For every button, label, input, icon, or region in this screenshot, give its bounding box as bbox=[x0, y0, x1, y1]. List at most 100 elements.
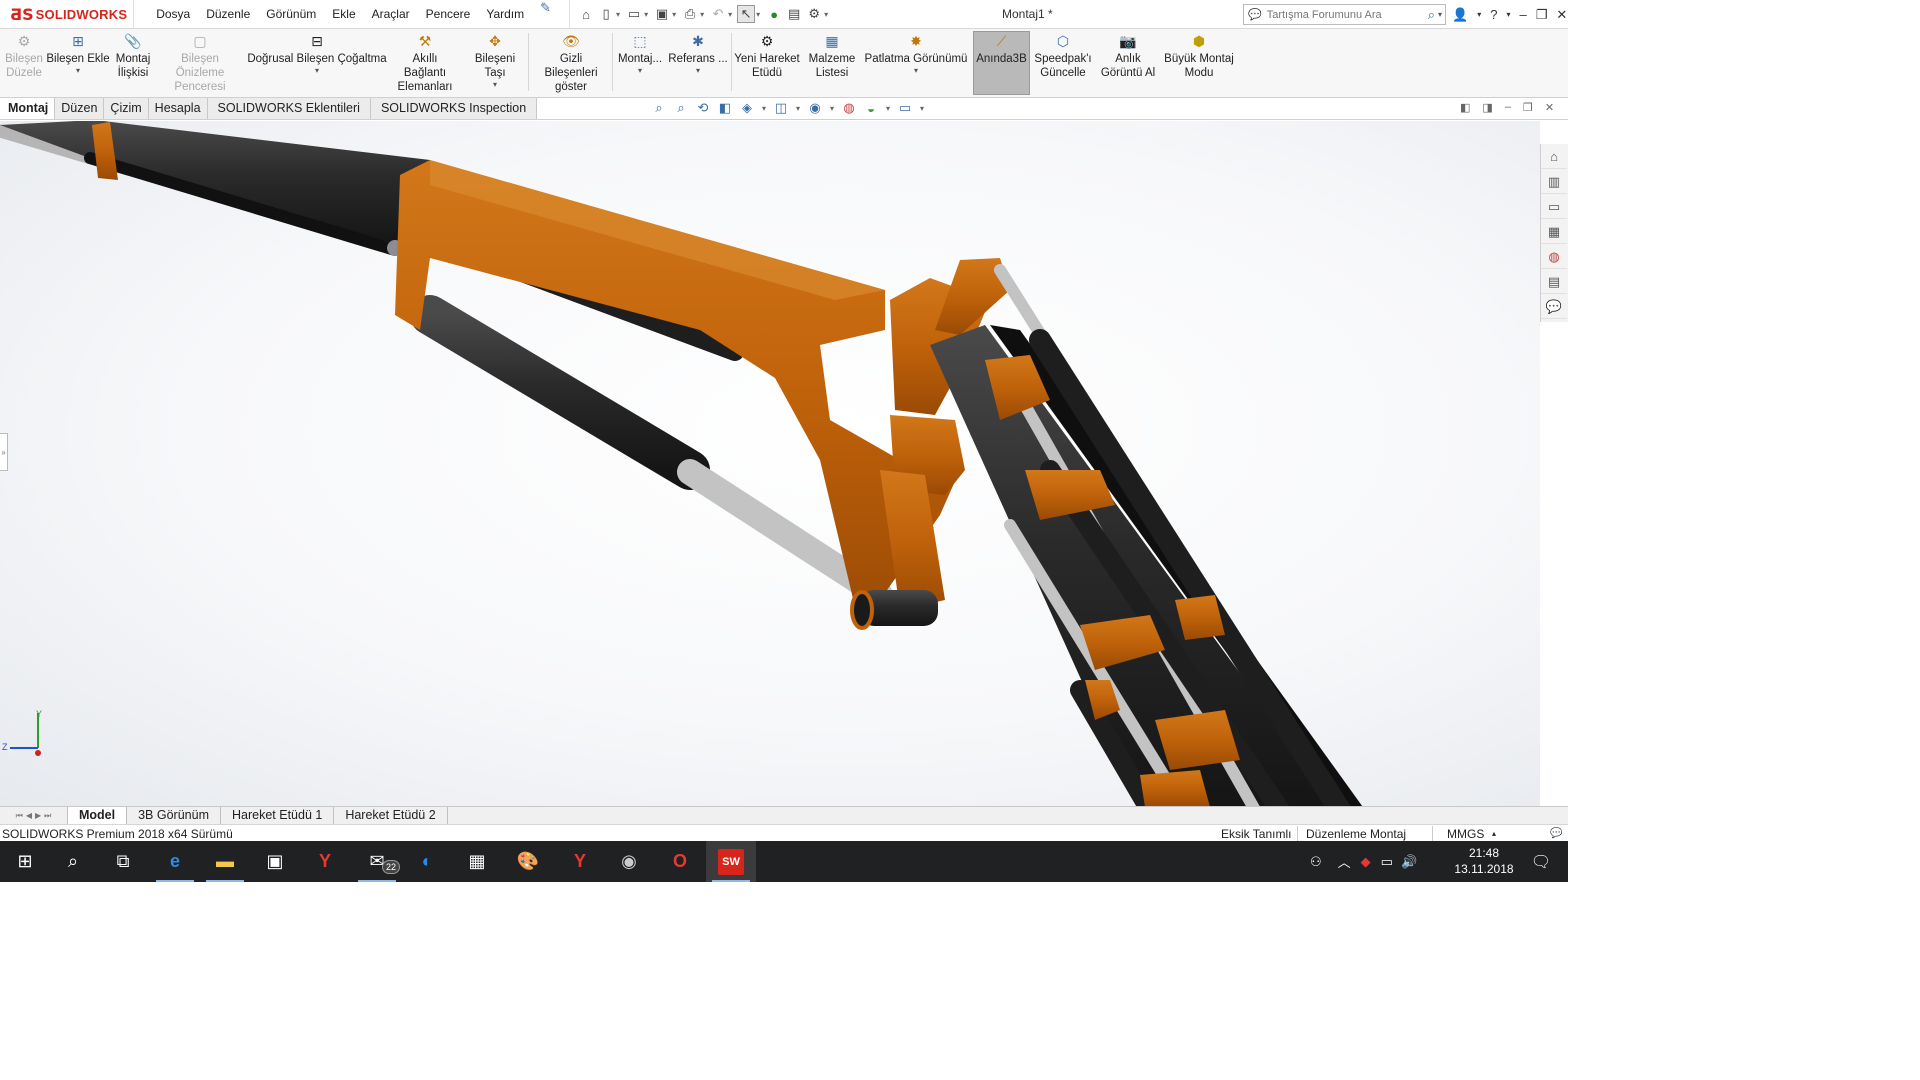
tray-expand-icon[interactable]: ︿ bbox=[1338, 852, 1351, 871]
paint-icon[interactable]: 🎨 bbox=[503, 841, 553, 882]
windows-start-icon[interactable]: ⊞ bbox=[0, 841, 50, 882]
save-icon[interactable]: ▣ bbox=[653, 5, 671, 23]
home-icon[interactable]: ⌂ bbox=[577, 5, 595, 23]
section-view-icon[interactable]: ◧ bbox=[716, 100, 734, 116]
mail-icon[interactable]: ✉ 22 bbox=[352, 841, 402, 882]
print-caret-icon[interactable]: ▾ bbox=[700, 10, 704, 19]
notification-center-icon[interactable]: 🗨 bbox=[1516, 841, 1566, 882]
minimize-icon[interactable]: – bbox=[1519, 7, 1526, 22]
next-tab-icon[interactable]: ▶ bbox=[35, 811, 41, 820]
chevron-down-icon[interactable]: ▾ bbox=[918, 104, 926, 113]
ribbon-buyuk-montaj-modu[interactable]: ⬢ Büyük Montaj Modu bbox=[1162, 32, 1236, 94]
chevron-down-icon[interactable]: ▾ bbox=[884, 104, 892, 113]
ribbon-malzeme-listesi[interactable]: ▦ Malzeme Listesi bbox=[804, 32, 860, 94]
menu-duzenle[interactable]: Düzenle bbox=[198, 0, 258, 29]
tab-duzen[interactable]: Düzen bbox=[55, 98, 105, 119]
yandex-icon[interactable]: Y bbox=[555, 841, 605, 882]
tab-cizim[interactable]: Çizim bbox=[104, 98, 149, 119]
forum-icon[interactable]: 💬 bbox=[1541, 295, 1567, 319]
undo-icon[interactable]: ↶ bbox=[709, 5, 727, 23]
file-explorer-icon[interactable]: ▬ bbox=[200, 841, 250, 882]
ribbon-dogrusal-cogaltma[interactable]: ⊟ Doğrusal Bileşen Çoğaltma ▾ bbox=[247, 32, 387, 94]
edit-appearance-icon[interactable]: ◍ bbox=[840, 100, 858, 116]
help-icon[interactable]: ? bbox=[1490, 7, 1497, 22]
ribbon-referans[interactable]: ✱ Referans ... ▾ bbox=[667, 32, 729, 94]
open-caret-icon[interactable]: ▾ bbox=[644, 10, 648, 19]
ribbon-bilesen-duzele[interactable]: ⚙ Bileşen Düzele bbox=[4, 32, 44, 94]
new-document-icon[interactable]: ▯ bbox=[597, 5, 615, 23]
eclipse-icon[interactable]: ◐ bbox=[402, 841, 452, 882]
apply-scene-icon[interactable]: ◒ bbox=[862, 101, 880, 116]
ribbon-bilesen-ekle[interactable]: ⊞ Bileşen Ekle ▾ bbox=[46, 32, 110, 94]
view-palette-icon[interactable]: ▦ bbox=[1541, 220, 1567, 244]
edge-browser-icon[interactable]: e bbox=[150, 841, 200, 882]
ribbon-montaj-iliskisi[interactable]: 📎 Montaj İlişkisi bbox=[112, 32, 154, 94]
prev-tab-icon[interactable]: ◀ bbox=[26, 811, 32, 820]
options-caret-icon[interactable]: ▾ bbox=[824, 10, 828, 19]
options-gear-icon[interactable]: ⚙ bbox=[805, 5, 823, 23]
task-view-icon[interactable]: ⧉ bbox=[98, 841, 148, 882]
chevron-down-icon[interactable]: ▾ bbox=[76, 66, 80, 76]
menu-pencere[interactable]: Pencere bbox=[418, 0, 479, 29]
chevron-down-icon[interactable]: ▾ bbox=[794, 104, 802, 113]
open-folder-icon[interactable]: ▭ bbox=[625, 5, 643, 23]
chevron-down-icon[interactable]: ▾ bbox=[315, 66, 319, 76]
chevron-down-icon[interactable]: ▾ bbox=[914, 66, 918, 76]
restore-icon[interactable]: ❐ bbox=[1536, 7, 1548, 23]
appearances-icon[interactable]: ◍ bbox=[1541, 245, 1567, 269]
calculator-icon[interactable]: ▦ bbox=[452, 841, 502, 882]
search-box[interactable]: 💬 Tartışma Forumunu Ara ⌕ ▾ bbox=[1243, 4, 1446, 25]
close-icon[interactable]: ✕ bbox=[1556, 7, 1567, 23]
new-caret-icon[interactable]: ▾ bbox=[616, 10, 620, 19]
viewport-close-icon[interactable]: ✕ bbox=[1545, 101, 1554, 114]
zoom-to-fit-icon[interactable]: ⌕ bbox=[650, 100, 668, 116]
tab-montaj[interactable]: Montaj bbox=[2, 98, 56, 119]
solidworks-taskbar-button[interactable]: SW bbox=[706, 841, 756, 882]
search-input[interactable]: Tartışma Forumunu Ara bbox=[1267, 9, 1428, 21]
ribbon-gizli-bilesenler[interactable]: 👁 Gizli Bileşenleri göster bbox=[532, 32, 610, 94]
feature-tree-expand-handle[interactable]: » bbox=[0, 433, 8, 471]
tab-model[interactable]: Model bbox=[68, 807, 128, 824]
search-icon[interactable]: ⌕ bbox=[48, 841, 98, 882]
undo-caret-icon[interactable]: ▾ bbox=[728, 10, 732, 19]
user-icon[interactable]: 👤 bbox=[1452, 7, 1468, 23]
chevron-down-icon[interactable]: ▾ bbox=[828, 104, 836, 113]
ribbon-aninda3b[interactable]: ⟋ Anında3B bbox=[973, 31, 1030, 95]
crane-assembly-model[interactable] bbox=[0, 121, 1540, 807]
store-icon[interactable]: ▣ bbox=[250, 841, 300, 882]
graphics-viewport[interactable]: Y Z » bbox=[0, 121, 1540, 807]
opera-icon[interactable]: O bbox=[655, 841, 705, 882]
solidworks-resources-icon[interactable]: ⌂ bbox=[1541, 145, 1567, 169]
design-library-icon[interactable]: ▥ bbox=[1541, 170, 1567, 194]
yandex-browser-icon[interactable]: Y bbox=[300, 841, 350, 882]
volume-icon[interactable]: 🔊 bbox=[1401, 854, 1417, 870]
tile-left-icon[interactable]: ◧ bbox=[1460, 101, 1470, 114]
menu-yardim[interactable]: Yardım bbox=[478, 0, 532, 29]
view-orientation-icon[interactable]: ◫ bbox=[772, 100, 790, 116]
user-caret-icon[interactable]: ▾ bbox=[1477, 10, 1481, 19]
status-tooltip-icon[interactable]: 💬 bbox=[1550, 826, 1562, 842]
tab-solidworks-inspection[interactable]: SOLIDWORKS Inspection bbox=[370, 98, 538, 119]
view-settings-icon[interactable]: ▭ bbox=[896, 100, 914, 116]
system-clock[interactable]: 21:48 13.11.2018 bbox=[1445, 845, 1523, 877]
chevron-down-icon[interactable]: ▾ bbox=[638, 66, 642, 76]
first-tab-icon[interactable]: ⏮ bbox=[16, 811, 23, 821]
select-caret-icon[interactable]: ▾ bbox=[756, 10, 760, 19]
file-properties-icon[interactable]: ▤ bbox=[785, 5, 803, 23]
last-tab-icon[interactable]: ⏭ bbox=[44, 811, 51, 821]
viewport-minimize-icon[interactable]: – bbox=[1505, 101, 1511, 114]
tab-3b-gorunum[interactable]: 3B Görünüm bbox=[127, 807, 221, 824]
ribbon-bileseni-tasi[interactable]: ✥ Bileşeni Taşı ▾ bbox=[464, 32, 526, 94]
ribbon-yeni-hareket-etudu[interactable]: ⚙ Yeni Hareket Etüdü bbox=[734, 32, 800, 94]
ribbon-akilli-baglanti[interactable]: ⚒ Akıllı Bağlantı Elemanları bbox=[390, 32, 460, 94]
traffic-light-icon[interactable]: ● bbox=[765, 5, 783, 23]
display-style-icon[interactable]: ◉ bbox=[806, 100, 824, 116]
disc-icon[interactable]: ◉ bbox=[604, 841, 654, 882]
battery-icon[interactable]: ▭ bbox=[1381, 854, 1393, 870]
select-cursor-icon[interactable]: ↖ bbox=[737, 5, 756, 23]
chevron-down-icon[interactable]: ▾ bbox=[493, 80, 497, 90]
ribbon-speedpak[interactable]: ⬡ Speedpak'ı Güncelle bbox=[1033, 32, 1093, 94]
print-icon[interactable]: ⎙ bbox=[681, 5, 699, 23]
custom-properties-icon[interactable]: ▤ bbox=[1541, 270, 1567, 294]
pin-menu-icon[interactable]: ✎ bbox=[540, 0, 551, 29]
